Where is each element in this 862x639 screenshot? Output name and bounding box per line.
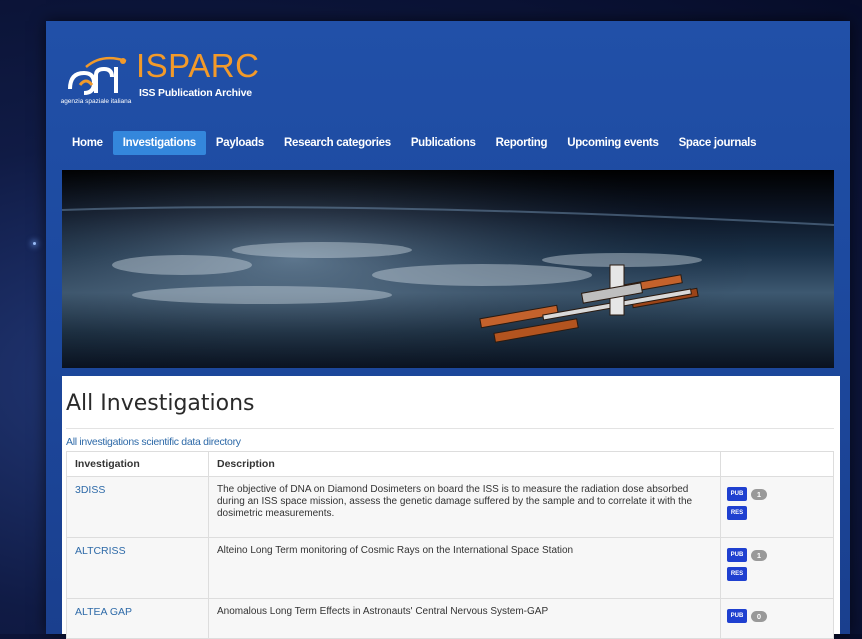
nav-item-investigations[interactable]: Investigations: [112, 131, 206, 155]
nav-item-payloads[interactable]: Payloads: [206, 131, 274, 155]
pub-count-badge: 0: [751, 610, 767, 622]
earth-iss-image: [62, 170, 834, 368]
pub-count-badge: 1: [751, 549, 767, 561]
nav-item-research-categories[interactable]: Research categories: [274, 131, 401, 155]
res-button[interactable]: RES: [727, 567, 747, 581]
nav-item-space-journals[interactable]: Space journals: [669, 131, 767, 155]
table-row: ALTEA GAP Anomalous Long Term Effects in…: [66, 598, 834, 639]
main-content: All Investigations All investigations sc…: [62, 376, 840, 639]
pub-button[interactable]: PUB: [727, 609, 747, 623]
background-star: [33, 242, 36, 245]
investigation-description: Anomalous Long Term Effects in Astronaut…: [208, 598, 721, 639]
nav-item-reporting[interactable]: Reporting: [486, 131, 558, 155]
site-title[interactable]: ISPARC: [136, 47, 259, 85]
title-divider: [66, 428, 834, 429]
site-header: agenzia spaziale italiana ISPARC ISS Pub…: [46, 21, 850, 129]
logo-caption: agenzia spaziale italiana: [60, 98, 132, 105]
res-button[interactable]: RES: [727, 506, 747, 520]
page-title: All Investigations: [66, 391, 255, 416]
page-frame: agenzia spaziale italiana ISPARC ISS Pub…: [46, 21, 850, 639]
badges-cell: PUB 1 RES: [720, 537, 834, 599]
nav-item-publications[interactable]: Publications: [401, 131, 486, 155]
hero-banner: [62, 170, 834, 368]
site-subtitle: ISS Publication Archive: [139, 87, 252, 99]
investigation-link[interactable]: ALTEA GAP: [75, 606, 132, 618]
badges-cell: PUB 1 RES: [720, 476, 834, 538]
asi-logo-icon: [68, 56, 127, 95]
investigation-link[interactable]: ALTCRISS: [75, 545, 126, 557]
column-header-investigation[interactable]: Investigation: [66, 451, 209, 477]
nav-item-home[interactable]: Home: [62, 131, 113, 155]
asi-logo[interactable]: agenzia spaziale italiana: [58, 55, 134, 117]
column-header-description[interactable]: Description: [208, 451, 721, 477]
pub-button[interactable]: PUB: [727, 548, 747, 562]
table-row: 3DISS The objective of DNA on Diamond Do…: [66, 476, 834, 538]
investigation-description: The objective of DNA on Diamond Dosimete…: [208, 476, 721, 538]
column-header-actions: [720, 451, 834, 477]
main-nav: Home Investigations Payloads Research ca…: [62, 131, 766, 155]
pub-count-badge: 1: [751, 488, 767, 500]
investigation-description: Alteino Long Term monitoring of Cosmic R…: [208, 537, 721, 599]
nav-item-upcoming-events[interactable]: Upcoming events: [557, 131, 668, 155]
investigations-table: Investigation Description 3DISS The obje…: [66, 451, 834, 639]
badges-cell: PUB 0: [720, 598, 834, 639]
table-row: ALTCRISS Alteino Long Term monitoring of…: [66, 537, 834, 599]
investigation-link[interactable]: 3DISS: [75, 484, 105, 496]
pub-button[interactable]: PUB: [727, 487, 747, 501]
directory-link[interactable]: All investigations scientific data direc…: [66, 436, 241, 448]
